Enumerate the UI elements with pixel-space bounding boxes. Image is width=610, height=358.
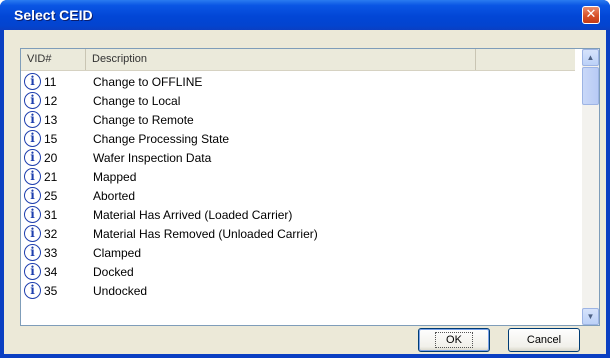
ok-label: OK	[435, 332, 473, 348]
list-item[interactable]: i 11 Change to OFFLINE	[21, 72, 575, 91]
vid-cell: 11	[44, 75, 57, 89]
vid-cell: 33	[44, 246, 58, 260]
vid-cell: 13	[44, 113, 58, 127]
vid-cell: 15	[44, 132, 58, 146]
description-cell: Aborted	[93, 189, 136, 203]
list-item[interactable]: i 13 Change to Remote	[21, 110, 575, 129]
description-cell: Change to Remote	[93, 113, 194, 127]
description-cell: Change to Local	[93, 94, 181, 108]
info-icon: i	[24, 149, 41, 166]
dialog-body: VID# Description i 11 Change to OFFLINE i 12…	[4, 30, 606, 354]
scroll-thumb[interactable]	[582, 67, 599, 105]
info-icon: i	[24, 244, 41, 261]
ok-button[interactable]: OK	[418, 328, 490, 352]
info-icon: i	[24, 92, 41, 109]
list-item[interactable]: i 34 Docked	[21, 262, 575, 281]
vid-cell: 25	[44, 189, 58, 203]
vid-cell: 35	[44, 284, 58, 298]
list-item[interactable]: i 33 Clamped	[21, 243, 575, 262]
info-icon: i	[24, 225, 41, 242]
description-cell: Mapped	[93, 170, 137, 184]
info-icon: i	[24, 73, 41, 90]
vid-cell: 20	[44, 151, 58, 165]
description-cell: Material Has Arrived (Loaded Carrier)	[93, 208, 293, 222]
description-cell: Wafer Inspection Data	[93, 151, 212, 165]
list-rows: i 11 Change to OFFLINE i 12 Change to Local i 1…	[21, 72, 575, 300]
description-cell: Change Processing State	[93, 132, 230, 146]
vid-cell: 12	[44, 94, 58, 108]
window-title: Select CEID	[14, 7, 93, 23]
column-header-vid[interactable]: VID#	[21, 49, 86, 70]
info-icon: i	[24, 282, 41, 299]
info-icon: i	[24, 111, 41, 128]
scroll-down-button[interactable]: ▼	[582, 308, 599, 325]
list-item[interactable]: i 21 Mapped	[21, 167, 575, 186]
list-item[interactable]: i 15 Change Processing State	[21, 129, 575, 148]
description-cell: Clamped	[93, 246, 142, 260]
scroll-up-button[interactable]: ▲	[582, 49, 599, 66]
info-icon: i	[24, 168, 41, 185]
list-item[interactable]: i 35 Undocked	[21, 281, 575, 300]
info-icon: i	[24, 130, 41, 147]
info-icon: i	[24, 187, 41, 204]
list-header: VID# Description	[21, 49, 575, 71]
vertical-scrollbar[interactable]: ▲ ▼	[582, 49, 599, 325]
column-header-extra[interactable]	[476, 49, 575, 70]
info-icon: i	[24, 263, 41, 280]
dialog-window: Select CEID ✕ VID# Description i 11 Change…	[0, 0, 610, 358]
list-item[interactable]: i 12 Change to Local	[21, 91, 575, 110]
cancel-button[interactable]: Cancel	[508, 328, 580, 352]
description-cell: Change to OFFLINE	[93, 75, 203, 89]
description-cell: Undocked	[93, 284, 148, 298]
column-header-description[interactable]: Description	[86, 49, 476, 70]
list-item[interactable]: i 20 Wafer Inspection Data	[21, 148, 575, 167]
close-button[interactable]: ✕	[582, 6, 600, 24]
description-cell: Docked	[93, 265, 134, 279]
ceid-list[interactable]: VID# Description i 11 Change to OFFLINE i 12…	[20, 48, 600, 326]
title-bar[interactable]: Select CEID ✕	[0, 0, 610, 30]
description-cell: Material Has Removed (Unloaded Carrier)	[93, 227, 318, 241]
vid-cell: 34	[44, 265, 58, 279]
info-icon: i	[24, 206, 41, 223]
list-item[interactable]: i 32 Material Has Removed (Unloaded Carrie…	[21, 224, 575, 243]
vid-cell: 31	[44, 208, 58, 222]
vid-cell: 21	[44, 170, 58, 184]
list-item[interactable]: i 25 Aborted	[21, 186, 575, 205]
list-item[interactable]: i 31 Material Has Arrived (Loaded Carrier)	[21, 205, 575, 224]
vid-cell: 32	[44, 227, 58, 241]
